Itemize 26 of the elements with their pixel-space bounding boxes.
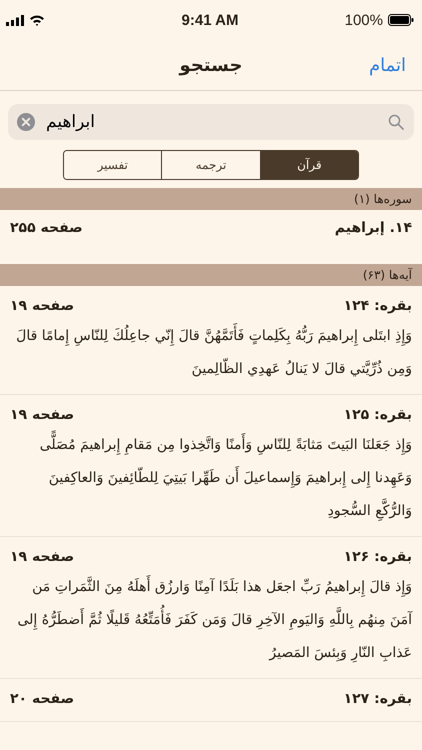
page-number: صفحه ۲۰	[10, 691, 74, 707]
section-header: آیه‌ها (۶۳)	[0, 264, 422, 286]
verse-reference[interactable]: بقره: ۱۲۶	[344, 549, 412, 565]
surah-name[interactable]: ۱۴. إبراهيم	[334, 220, 412, 236]
done-button[interactable]: اتمام	[346, 54, 406, 76]
verse-reference[interactable]: بقره: ۱۲۵	[344, 407, 412, 423]
wifi-icon	[29, 14, 45, 26]
clear-icon[interactable]	[17, 113, 35, 131]
search-icon	[388, 114, 404, 130]
page-number: صفحه ۱۹	[10, 298, 74, 314]
nav-title: جستجو	[180, 54, 242, 76]
verse-reference[interactable]: بقره: ۱۲۴	[344, 298, 412, 314]
verse-text: وَإِذِ ابتَلى إِبراهيمَ رَبُّهُ بِكَلِماتٍ فَأَتَمَّهُنَّ قالَ إِنّي جاعِلُكَ لِلنّاسِ إِمامًا قالَ وَمِن ذُرِّيَّتي قالَ لا يَنالُ عَهدِي الظّالِمينَ	[10, 320, 412, 386]
section-header: سوره‌ها (۱)	[0, 188, 422, 210]
battery-percent: 100%	[344, 12, 383, 28]
verse-text: وَإِذ قالَ إِبراهيمُ رَبِّ اجعَل هذا بَلَدًا آمِنًا وَارزُق أَهلَهُ مِنَ الثَّمَراتِ مَن آمَنَ مِنهُم بِاللَّهِ وَاليَومِ الآخِرِ قالَ وَمَن كَفَرَ فَأُمَتِّعُهُ قَليلًا ثُمَّ أَضطَرُّهُ إِلى عَذابِ النّارِ وَبِئسَ المَصيرُ	[10, 571, 412, 670]
search-field[interactable]: ابراهیم	[8, 104, 414, 140]
page-number: صفحه ۱۹	[10, 407, 74, 423]
verse-reference[interactable]: بقره: ۱۲۷	[344, 691, 412, 707]
status-time: 9:41 AM	[182, 12, 238, 28]
page-number: صفحه ۲۵۵	[10, 220, 83, 236]
page-number: صفحه ۱۹	[10, 549, 74, 565]
segment-tab[interactable]: قرآن	[260, 151, 358, 179]
signal-icon	[6, 14, 24, 26]
battery-icon	[388, 14, 414, 26]
verse-text: وَإِذ جَعَلنَا البَيتَ مَثابَةً لِلنّاسِ وَأَمنًا وَاتَّخِذوا مِن مَقامِ إِبراهيمَ مُصَلًّى وَعَهِدنا إِلى إِبراهيمَ وَإِسماعيلَ أَن طَهِّرا بَيتِيَ لِلطّائِفينَ وَالعاكِفينَ وَالرُّكَّعِ السُّجودِ	[10, 429, 412, 528]
